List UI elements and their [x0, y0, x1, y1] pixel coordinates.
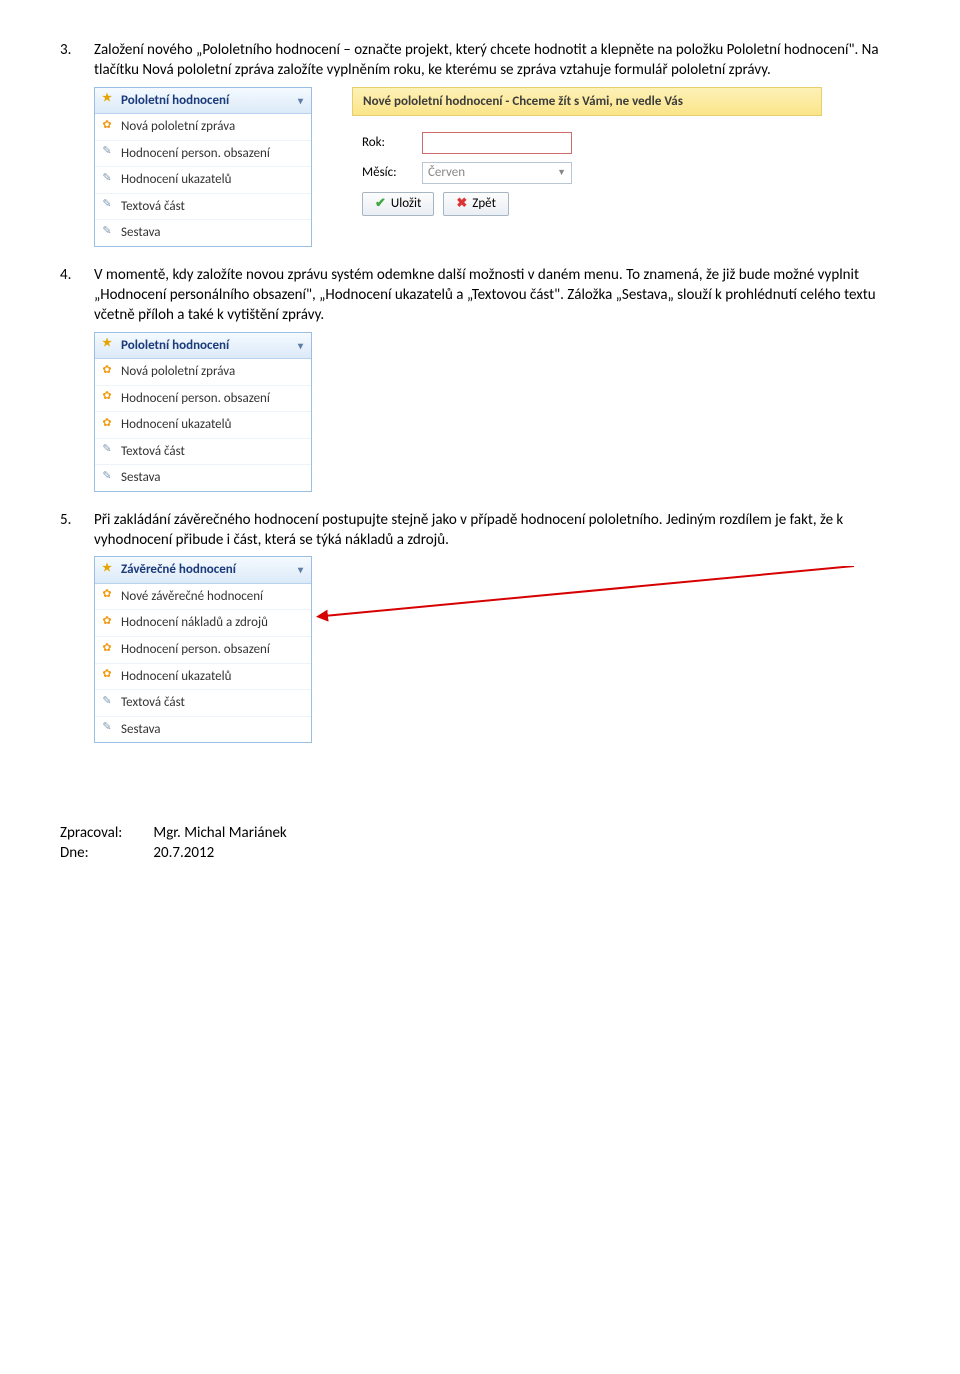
- chevron-down-icon: ▾: [298, 339, 303, 353]
- menu-item-sestava[interactable]: ✎ Sestava: [95, 220, 311, 246]
- money-icon: ✿: [99, 613, 115, 629]
- menu-item-label: Hodnocení person. obsazení: [121, 391, 270, 406]
- rok-input[interactable]: [422, 132, 572, 154]
- menu-item-label: Nové závěrečné hodnocení: [121, 589, 263, 604]
- menu-item-hodnoceni-person[interactable]: ✿ Hodnocení person. obsazení: [95, 386, 311, 413]
- form-new-hodnoceni: Nové pololetní hodnocení - Chceme žít s …: [352, 87, 822, 226]
- close-icon: ✖: [456, 195, 467, 213]
- menu-item-nova-zprava[interactable]: ✿ Nová pololetní zpráva: [95, 359, 311, 386]
- zpracoval-label: Zpracoval:: [60, 823, 150, 843]
- menu-header-label: Závěrečné hodnocení: [121, 562, 236, 577]
- text-icon: ✎: [99, 442, 115, 458]
- menu-item-label: Sestava: [121, 470, 161, 485]
- text-icon: ✎: [99, 693, 115, 709]
- dne-label: Dne:: [60, 843, 150, 863]
- menu-item-label: Sestava: [121, 722, 161, 737]
- highlight-arrow-icon: [314, 566, 874, 686]
- menu-item-label: Hodnocení person. obsazení: [121, 146, 270, 161]
- menu-item-label: Hodnocení ukazatelů: [121, 669, 231, 684]
- menu-item-hodnoceni-nakladu[interactable]: ✿ Hodnocení nákladů a zdrojů: [95, 610, 311, 637]
- menu-item-label: Hodnocení ukazatelů: [121, 172, 231, 187]
- menu-item-textova-cast[interactable]: ✎ Textová část: [95, 194, 311, 221]
- gear-icon: ✿: [99, 587, 115, 603]
- menu-header[interactable]: ★ Pololetní hodnocení ▾: [95, 88, 311, 115]
- chart-icon: ✿: [99, 667, 115, 683]
- rok-label: Rok:: [362, 134, 422, 152]
- menu-pololetni-2: ★ Pololetní hodnocení ▾ ✿ Nová pololetní…: [94, 332, 312, 492]
- menu-header[interactable]: ★ Závěrečné hodnocení ▾: [95, 557, 311, 584]
- menu-item-hodnoceni-person[interactable]: ✎ Hodnocení person. obsazení: [95, 141, 311, 168]
- step5-paragraph: 5. Při zakládání závěrečného hodnocení p…: [60, 510, 900, 551]
- chevron-down-icon: ▾: [298, 563, 303, 577]
- menu-item-sestava[interactable]: ✎ Sestava: [95, 717, 311, 743]
- dne-value: 20.7.2012: [153, 844, 214, 862]
- text-icon: ✎: [99, 197, 115, 213]
- menu-item-hodnoceni-ukazatelu[interactable]: ✿ Hodnocení ukazatelů: [95, 412, 311, 439]
- document-footer: Zpracoval: Mgr. Michal Mariánek Dne: 20.…: [60, 823, 900, 864]
- form-title: Nové pololetní hodnocení - Chceme žít s …: [352, 87, 822, 117]
- menu-item-label: Textová část: [121, 199, 185, 214]
- menu-item-label: Hodnocení ukazatelů: [121, 417, 231, 432]
- menu-item-nove-zaverecne[interactable]: ✿ Nové závěrečné hodnocení: [95, 584, 311, 611]
- menu-item-label: Textová část: [121, 695, 185, 710]
- menu-item-textova-cast[interactable]: ✎ Textová část: [95, 439, 311, 466]
- zpracoval-value: Mgr. Michal Mariánek: [153, 824, 286, 842]
- menu-header-label: Pololetní hodnocení: [121, 338, 229, 353]
- step3-text: Založení nového „Pololetního hodnocení –…: [94, 41, 879, 79]
- menu-header-label: Pololetní hodnocení: [121, 93, 229, 108]
- report-icon: ✎: [99, 468, 115, 484]
- step5-screenshot: ★ Závěrečné hodnocení ▾ ✿ Nové závěrečné…: [94, 556, 900, 743]
- report-icon: ✎: [99, 720, 115, 736]
- mesic-select[interactable]: Červen ▼: [422, 162, 572, 184]
- step3-paragraph: 3. Založení nového „Pololetního hodnocen…: [60, 40, 900, 81]
- person-icon: ✿: [99, 389, 115, 405]
- chart-icon: ✎: [99, 170, 115, 186]
- menu-item-textova-cast[interactable]: ✎ Textová část: [95, 690, 311, 717]
- star-icon: ★: [99, 91, 115, 107]
- menu-item-sestava[interactable]: ✎ Sestava: [95, 465, 311, 491]
- step4-number: 4.: [60, 265, 71, 285]
- step5-text: Při zakládání závěrečného hodnocení post…: [94, 511, 843, 549]
- menu-item-label: Sestava: [121, 225, 161, 240]
- back-label: Zpět: [472, 195, 496, 213]
- menu-item-hodnoceni-person[interactable]: ✿ Hodnocení person. obsazení: [95, 637, 311, 664]
- menu-header[interactable]: ★ Pololetní hodnocení ▾: [95, 333, 311, 360]
- chevron-down-icon: ▼: [557, 167, 566, 179]
- person-icon: ✿: [99, 640, 115, 656]
- save-label: Uložit: [391, 195, 421, 213]
- save-button[interactable]: ✔ Uložit: [362, 192, 434, 216]
- star-icon: ★: [99, 336, 115, 352]
- menu-item-nova-zprava[interactable]: ✿ Nová pololetní zpráva: [95, 114, 311, 141]
- step4-text: V momentě, kdy založíte novou zprávu sys…: [94, 266, 876, 325]
- menu-item-label: Nová pololetní zpráva: [121, 119, 235, 134]
- step5-number: 5.: [60, 510, 71, 530]
- person-icon: ✎: [99, 144, 115, 160]
- gear-icon: ✿: [99, 117, 115, 133]
- menu-item-hodnoceni-ukazatelu[interactable]: ✿ Hodnocení ukazatelů: [95, 664, 311, 691]
- step3-screenshot: ★ Pololetní hodnocení ▾ ✿ Nová pololetní…: [94, 87, 900, 247]
- menu-pololetni-1: ★ Pololetní hodnocení ▾ ✿ Nová pololetní…: [94, 87, 312, 247]
- report-icon: ✎: [99, 223, 115, 239]
- back-button[interactable]: ✖ Zpět: [443, 192, 509, 216]
- chart-icon: ✿: [99, 415, 115, 431]
- mesic-label: Měsíc:: [362, 164, 422, 182]
- menu-item-label: Hodnocení nákladů a zdrojů: [121, 615, 268, 630]
- chevron-down-icon: ▾: [298, 94, 303, 108]
- check-icon: ✔: [375, 195, 386, 213]
- mesic-value: Červen: [428, 164, 465, 182]
- star-icon: ★: [99, 560, 115, 576]
- menu-item-label: Hodnocení person. obsazení: [121, 642, 270, 657]
- step3-number: 3.: [60, 40, 71, 60]
- menu-zaverecne: ★ Závěrečné hodnocení ▾ ✿ Nové závěrečné…: [94, 556, 312, 743]
- menu-item-hodnoceni-ukazatelu[interactable]: ✎ Hodnocení ukazatelů: [95, 167, 311, 194]
- gear-icon: ✿: [99, 362, 115, 378]
- step4-paragraph: 4. V momentě, kdy založíte novou zprávu …: [60, 265, 900, 326]
- menu-item-label: Nová pololetní zpráva: [121, 364, 235, 379]
- menu-item-label: Textová část: [121, 444, 185, 459]
